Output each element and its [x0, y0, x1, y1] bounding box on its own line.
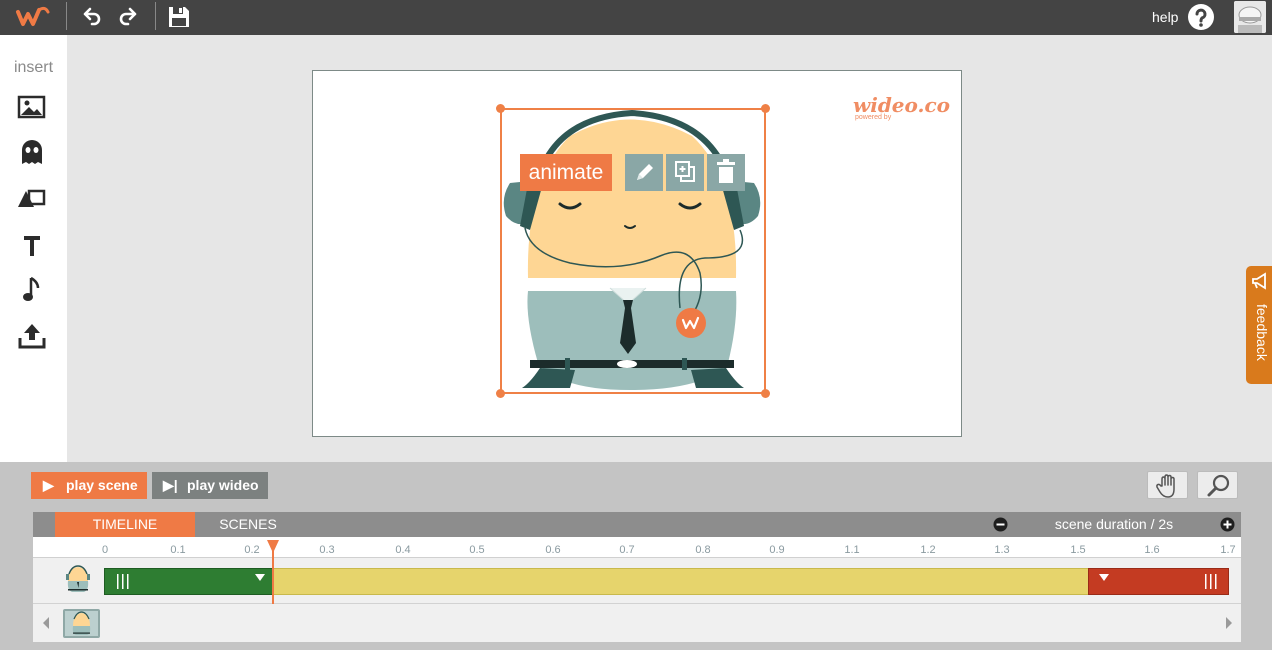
character-thumbnail[interactable]	[64, 564, 92, 594]
tab-timeline[interactable]: TIMELINE	[55, 512, 195, 537]
trash-icon	[717, 159, 735, 183]
tab-scenes[interactable]: SCENES	[195, 512, 301, 537]
help-icon[interactable]	[1187, 3, 1215, 31]
music-icon[interactable]	[16, 275, 48, 305]
duplicate-button[interactable]	[666, 154, 704, 191]
triangle-down-icon[interactable]	[1098, 573, 1110, 583]
play-wideo-label: play wideo	[187, 477, 259, 493]
edit-button[interactable]	[625, 154, 663, 191]
feedback-label: feedback	[1254, 304, 1270, 361]
delete-button[interactable]	[707, 154, 745, 191]
search-icon	[1207, 474, 1230, 497]
plus-icon[interactable]	[1220, 517, 1235, 532]
ruler-tick: 0.8	[695, 544, 711, 556]
ruler-tick: 1.6	[1144, 544, 1160, 556]
top-bar: help	[0, 0, 1272, 35]
resize-handle[interactable]	[496, 389, 505, 398]
ruler-tick: 1.2	[920, 544, 936, 556]
animate-button[interactable]: animate	[520, 154, 612, 191]
resize-handle[interactable]	[761, 389, 770, 398]
arrow-left-icon[interactable]	[41, 616, 51, 630]
selection-box	[500, 108, 766, 394]
save-icon[interactable]	[166, 4, 192, 30]
help-label[interactable]: help	[1152, 9, 1178, 25]
text-icon[interactable]	[16, 230, 48, 260]
ruler-tick: 0.1	[170, 544, 186, 556]
scene-thumbnail[interactable]	[63, 609, 100, 638]
ruler-tick: 0.2	[244, 544, 260, 556]
play-scene-button[interactable]: ▶ play scene	[31, 472, 147, 499]
resize-handle[interactable]	[496, 104, 505, 113]
ruler-tick: 0.3	[319, 544, 335, 556]
ruler-tick: 1.7	[1220, 544, 1236, 556]
ruler-tick: 0.5	[469, 544, 485, 556]
time-ruler[interactable]: 0 0.1 0.2 0.3 0.4 0.5 0.6 0.7 0.8 0.9 1.…	[33, 537, 1241, 558]
scene-preview-image	[72, 611, 91, 635]
character-icon[interactable]	[16, 137, 48, 167]
feedback-tab[interactable]: feedback	[1246, 266, 1272, 384]
pan-button[interactable]	[1147, 471, 1188, 499]
ruler-tick: 0.6	[545, 544, 561, 556]
play-wideo-button[interactable]: ▶| play wideo	[152, 472, 268, 499]
shapes-icon[interactable]	[16, 183, 48, 213]
ruler-tick: 0.7	[619, 544, 635, 556]
playhead-handle[interactable]	[267, 540, 279, 554]
insert-sidebar: insert	[0, 35, 67, 462]
resize-handle[interactable]	[761, 104, 770, 113]
redo-icon[interactable]	[116, 4, 142, 30]
hand-icon	[1156, 474, 1175, 498]
undo-icon[interactable]	[78, 4, 104, 30]
play-scene-label: play scene	[66, 477, 138, 493]
minus-icon[interactable]	[993, 517, 1008, 532]
ruler-tick: 0	[101, 544, 109, 556]
ruler-tick: 0.4	[395, 544, 411, 556]
upload-icon[interactable]	[16, 321, 48, 351]
ruler-tick: 0.9	[769, 544, 785, 556]
exit-animation-segment[interactable]	[1088, 568, 1229, 595]
zoom-button[interactable]	[1197, 471, 1238, 499]
ruler-tick: 1.1	[844, 544, 860, 556]
toolbar-divider	[155, 2, 156, 30]
image-icon[interactable]	[16, 92, 48, 122]
drag-grip-icon	[1205, 574, 1217, 589]
scene-strip	[33, 604, 1241, 642]
megaphone-icon	[1252, 272, 1266, 290]
sidebar-title: insert	[13, 59, 54, 76]
wideo-logo-icon[interactable]	[14, 4, 54, 30]
drag-grip-icon	[117, 574, 129, 589]
scene-duration-label: scene duration / 2s	[1054, 516, 1174, 532]
play-icon: ▶	[43, 477, 54, 493]
triangle-down-icon[interactable]	[254, 573, 266, 583]
avatar-image	[1234, 1, 1266, 33]
play-end-icon: ▶|	[163, 477, 178, 493]
stay-segment[interactable]	[273, 568, 1088, 595]
watermark-tagline: powered by	[855, 114, 892, 121]
watermark: wideo.co powered by	[853, 93, 950, 127]
duplicate-icon	[675, 161, 695, 182]
enter-animation-segment[interactable]	[104, 568, 273, 595]
ruler-tick: 1.5	[1070, 544, 1086, 556]
toolbar-divider	[66, 2, 67, 30]
pencil-icon	[637, 164, 653, 180]
arrow-right-icon[interactable]	[1224, 616, 1234, 630]
ruler-tick: 1.3	[994, 544, 1010, 556]
avatar[interactable]	[1234, 1, 1266, 33]
